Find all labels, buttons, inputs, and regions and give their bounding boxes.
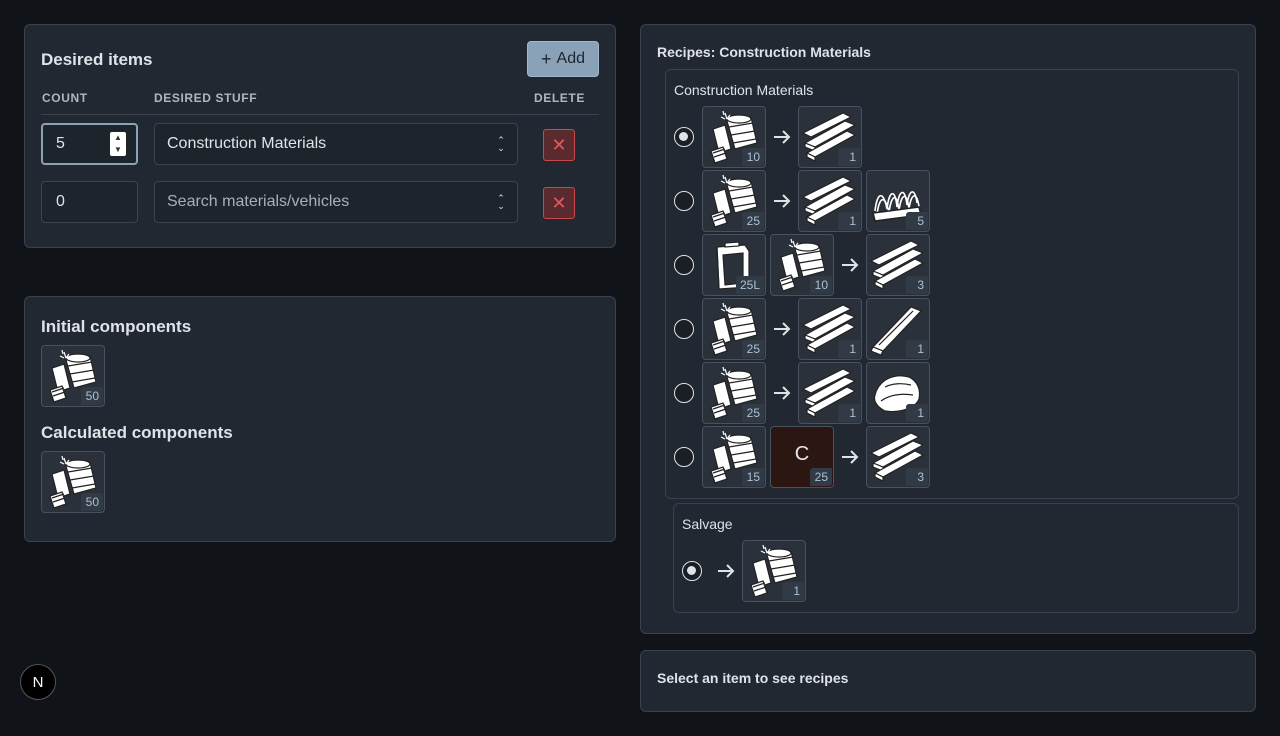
recipe-radio[interactable] — [674, 127, 694, 147]
item-quantity: 25 — [742, 212, 764, 230]
components-panel: Initial components 50 Calculated compone… — [24, 296, 616, 542]
item-quantity: 1 — [782, 582, 804, 600]
item-quantity: 1 — [838, 148, 860, 166]
delete-row-button[interactable]: ✕ — [543, 187, 575, 219]
chevron-updown-icon: ⌃ ⌄ — [497, 135, 505, 153]
item-quantity: 50 — [81, 493, 103, 511]
recipe-group-name: Salvage — [682, 516, 733, 532]
item-tile[interactable]: 50 — [41, 345, 105, 407]
item-quantity: 5 — [906, 212, 928, 230]
recipe-radio[interactable] — [674, 319, 694, 339]
item-tile[interactable]: 25 — [702, 170, 766, 232]
arrow-right-icon — [842, 258, 859, 272]
arrow-right-icon — [774, 386, 791, 400]
item-tile[interactable]: 3 — [866, 426, 930, 488]
item-quantity: 10 — [742, 148, 764, 166]
n-logo-badge[interactable]: N — [20, 664, 56, 700]
recipes-panel: Recipes: Construction Materials Construc… — [640, 24, 1256, 634]
desired-stuff-select[interactable]: Construction Materials ⌃ ⌄ — [154, 123, 518, 165]
recipe-group-salvage: Salvage 1 — [673, 503, 1239, 613]
arrow-right-icon — [718, 564, 735, 578]
item-tile[interactable]: 50 — [41, 451, 105, 513]
arrow-right-icon — [842, 450, 859, 464]
item-tile[interactable]: 15 — [702, 426, 766, 488]
add-button[interactable]: + Add — [527, 41, 599, 77]
item-tile[interactable]: 1 — [742, 540, 806, 602]
item-quantity: 10 — [810, 276, 832, 294]
recipe-radio[interactable] — [674, 447, 694, 467]
recipe-radio[interactable] — [674, 191, 694, 211]
item-tile[interactable]: 1 — [798, 362, 862, 424]
plus-icon: + — [541, 49, 552, 69]
item-tile[interactable]: 3 — [866, 234, 930, 296]
header-divider — [41, 114, 599, 115]
select-item-panel: Select an item to see recipes — [640, 650, 1256, 712]
count-value: 5 — [56, 135, 65, 152]
item-quantity: 1 — [838, 340, 860, 358]
item-quantity: 1 — [906, 404, 928, 422]
item-quantity: 25 — [742, 404, 764, 422]
count-value: 0 — [56, 193, 65, 210]
recipe-radio[interactable] — [682, 561, 702, 581]
item-quantity: 1 — [838, 212, 860, 230]
close-icon: ✕ — [551, 134, 567, 155]
count-stepper[interactable]: ▲ ▼ — [110, 132, 126, 156]
item-tile[interactable]: 1 — [798, 106, 862, 168]
search-placeholder: Search materials/vehicles — [167, 193, 350, 210]
item-quantity: 1 — [838, 404, 860, 422]
recipe-radio[interactable] — [674, 255, 694, 275]
item-quantity: 15 — [742, 468, 764, 486]
desired-items-panel: Desired items + Add COUNT DESIRED STUFF … — [24, 24, 616, 248]
item-tile[interactable]: 1 — [866, 362, 930, 424]
item-letter-icon: C — [794, 443, 810, 465]
header-desired-stuff: DESIRED STUFF — [154, 91, 258, 105]
count-input[interactable]: 0 — [41, 181, 138, 223]
select-item-hint: Select an item to see recipes — [657, 670, 849, 686]
item-tile[interactable]: 1 — [866, 298, 930, 360]
calculated-components-title: Calculated components — [41, 423, 233, 442]
item-quantity: 1 — [906, 340, 928, 358]
item-tile[interactable]: 25 — [702, 298, 766, 360]
item-tile[interactable]: 25 — [702, 362, 766, 424]
item-tile[interactable]: C 25 — [770, 426, 834, 488]
recipe-group-name: Construction Materials — [674, 82, 814, 98]
item-quantity: 50 — [81, 387, 103, 405]
header-delete: DELETE — [534, 91, 585, 105]
item-quantity: 25 — [742, 340, 764, 358]
desired-stuff-select[interactable]: Search materials/vehicles ⌃ ⌄ — [154, 181, 518, 223]
arrow-right-icon — [774, 194, 791, 208]
arrow-right-icon — [774, 130, 791, 144]
delete-row-button[interactable]: ✕ — [543, 129, 575, 161]
item-quantity: 25L — [735, 276, 764, 294]
item-tile[interactable]: 10 — [770, 234, 834, 296]
recipe-group-construction: Construction Materials 10 1 25 1 5 25L 1… — [665, 69, 1239, 499]
recipe-radio[interactable] — [674, 383, 694, 403]
count-input[interactable]: 5 ▲ ▼ — [41, 123, 138, 165]
item-tile[interactable]: 1 — [798, 298, 862, 360]
item-tile[interactable]: 5 — [866, 170, 930, 232]
desired-items-title: Desired items — [41, 50, 153, 69]
item-quantity: 3 — [906, 468, 928, 486]
item-quantity: 25 — [810, 468, 832, 486]
item-quantity: 3 — [906, 276, 928, 294]
item-tile[interactable]: 10 — [702, 106, 766, 168]
close-icon: ✕ — [551, 192, 567, 213]
chevron-updown-icon: ⌃ ⌄ — [497, 193, 505, 211]
recipes-title: Recipes: Construction Materials — [657, 44, 871, 60]
arrow-right-icon — [774, 322, 791, 336]
desired-stuff-value: Construction Materials — [167, 135, 327, 152]
initial-components-title: Initial components — [41, 317, 192, 336]
header-count: COUNT — [42, 91, 88, 105]
item-tile[interactable]: 25L — [702, 234, 766, 296]
item-tile[interactable]: 1 — [798, 170, 862, 232]
add-button-label: Add — [556, 50, 585, 67]
